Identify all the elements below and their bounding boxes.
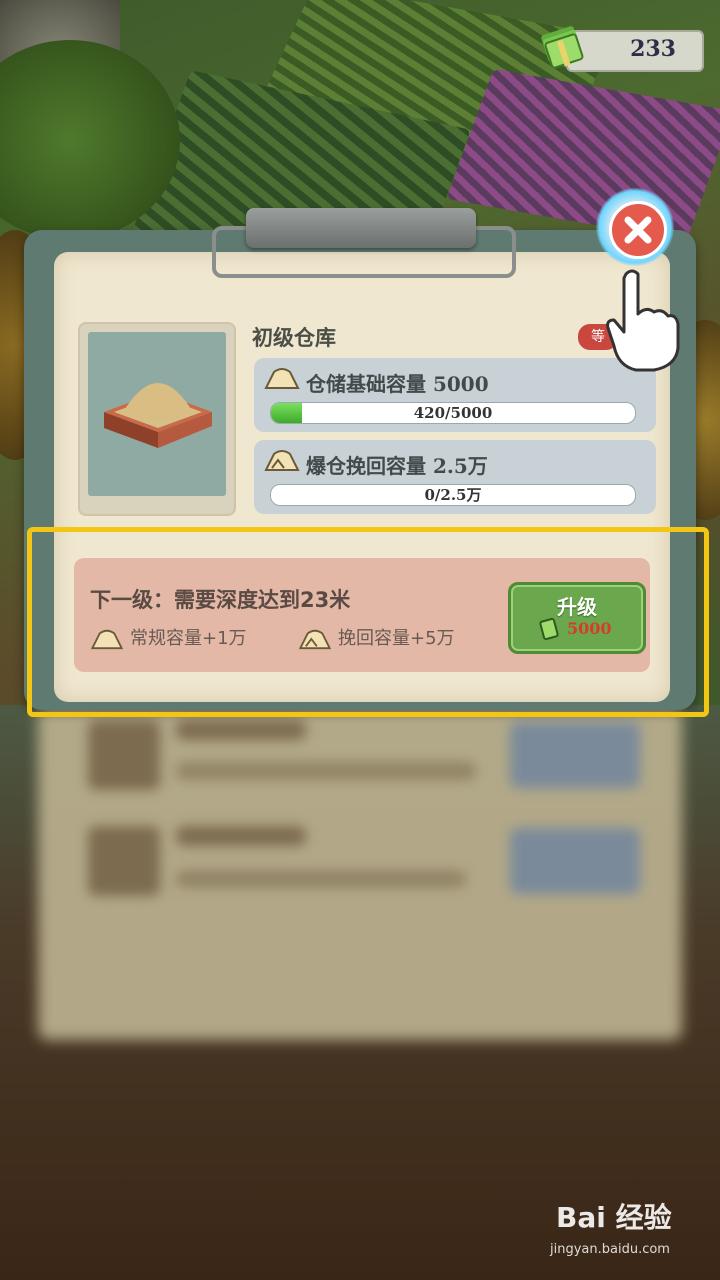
clipboard-clip [246,208,476,248]
overflow-recovery-label: 爆仓挽回容量 2.5万 [306,454,488,478]
warehouse-thumbnail [78,322,236,516]
overflow-recovery-panel: 爆仓挽回容量 2.5万 0/2.5万 [254,440,656,514]
base-capacity-progress: 420/5000 [270,402,636,424]
blurred-item-title [176,720,306,740]
close-icon [624,216,652,244]
base-capacity-progress-text: 420/5000 [413,404,493,422]
sand-pile-icon [264,450,300,471]
close-button[interactable] [596,188,674,266]
blurred-item-thumb [88,720,160,790]
currency-display: 233 [566,30,704,72]
overflow-recovery-value: 2.5万 [432,454,488,478]
flower-field [446,68,720,242]
sand-pile-icon [264,368,300,389]
base-capacity-panel: 仓储基础容量 5000 420/5000 [254,358,656,432]
warehouse-title: 初级仓库 [252,326,336,350]
watermark-url: jingyan.baidu.com [550,1242,670,1257]
blurred-item-thumb [88,826,160,896]
currency-amount: 233 [630,36,676,62]
cash-icon [541,26,584,69]
base-capacity-label: 仓储基础容量 5000 [306,372,489,396]
overflow-recovery-progress-text: 0/2.5万 [424,486,482,504]
blurred-item-text [176,762,476,780]
blurred-item-button [510,722,640,788]
overflow-recovery-progress: 0/2.5万 [270,484,636,506]
blurred-item-button [510,828,640,894]
blurred-item-title [176,826,306,846]
base-capacity-value: 5000 [432,372,489,396]
watermark-brand: Bai 经验 [556,1201,672,1234]
highlight-frame [27,527,709,717]
pointing-hand-icon [606,269,680,372]
blurred-item-text [176,870,466,888]
sandbox-image [104,383,212,448]
